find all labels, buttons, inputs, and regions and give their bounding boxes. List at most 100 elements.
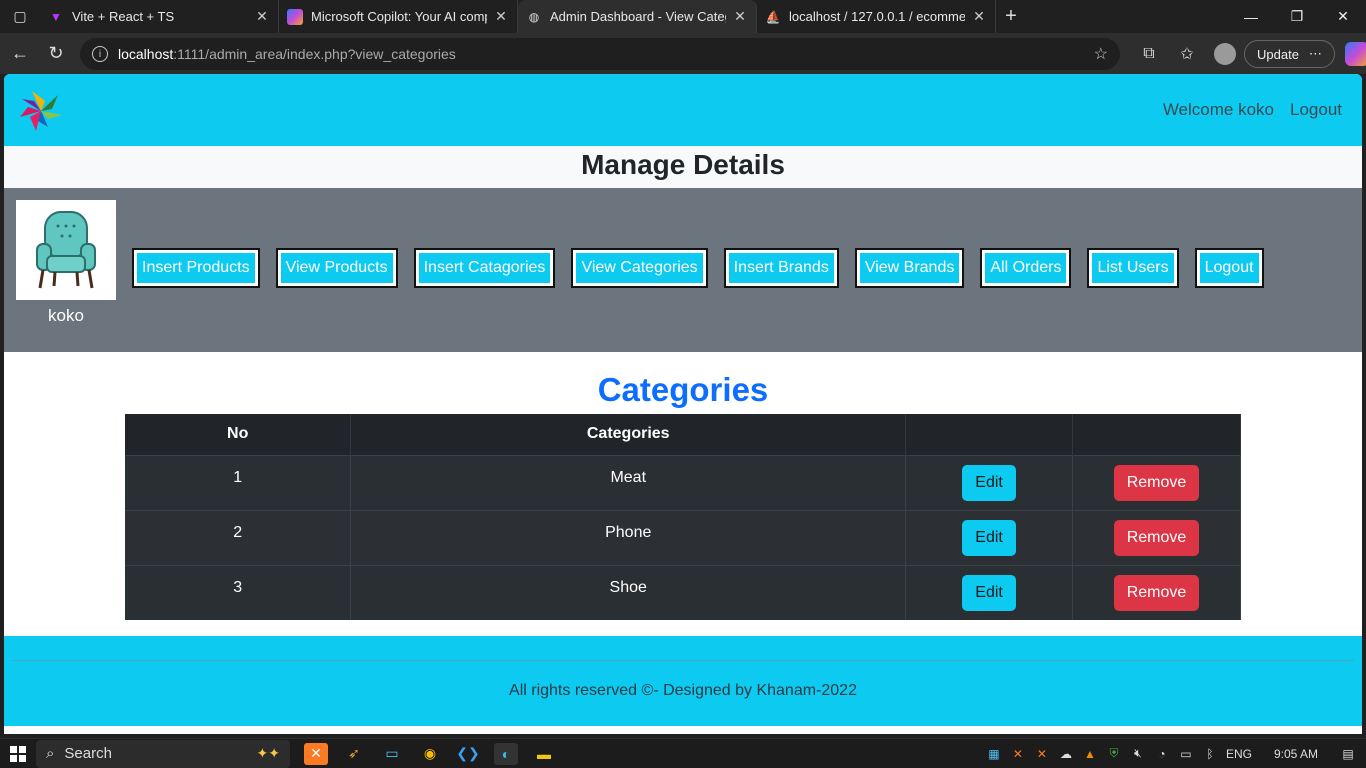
insert-brands-button[interactable]: Insert Brands bbox=[723, 248, 839, 288]
tab-copilot[interactable]: Microsoft Copilot: Your AI compa ✕ bbox=[279, 0, 518, 33]
favorite-star-icon[interactable]: ☆ bbox=[1094, 44, 1108, 64]
remove-cell: Remove bbox=[1072, 564, 1241, 620]
remove-button[interactable]: Remove bbox=[1113, 464, 1200, 501]
menu-label: Insert Catagories bbox=[418, 253, 551, 283]
remove-cell: Remove bbox=[1072, 509, 1241, 565]
menu-label: All Orders bbox=[985, 253, 1067, 283]
extensions-icon[interactable]: ⧉ bbox=[1130, 45, 1168, 63]
categories-table: No Categories 1 Meat Edit Remove 2 Phone… bbox=[125, 414, 1241, 620]
notifications-icon[interactable]: ▤ bbox=[1340, 746, 1356, 762]
column-header bbox=[905, 414, 1074, 455]
column-header bbox=[1072, 414, 1241, 455]
table-header-row: No Categories bbox=[125, 414, 1241, 455]
vite-icon: ▼ bbox=[50, 9, 62, 24]
tab-title: localhost / 127.0.0.1 / ecommerc bbox=[789, 9, 965, 24]
remove-button[interactable]: Remove bbox=[1113, 574, 1200, 611]
close-icon[interactable]: ✕ bbox=[971, 8, 987, 25]
column-header: No bbox=[125, 414, 352, 455]
all-orders-button[interactable]: All Orders bbox=[980, 248, 1072, 288]
edit-button[interactable]: Edit bbox=[962, 574, 1016, 611]
welcome-text: Welcome koko bbox=[1162, 100, 1274, 119]
back-icon[interactable]: ← bbox=[2, 36, 38, 72]
tab-vite[interactable]: ▼ Vite + React + TS ✕ bbox=[40, 0, 279, 33]
view-products-button[interactable]: View Products bbox=[275, 248, 398, 288]
cloud-icon[interactable]: ☁ bbox=[1058, 746, 1074, 762]
tab-title: Microsoft Copilot: Your AI compa bbox=[311, 9, 487, 24]
close-icon[interactable]: ✕ bbox=[254, 8, 270, 25]
wifi-icon[interactable]: ◔ bbox=[1154, 746, 1170, 762]
close-window-icon[interactable]: ✕ bbox=[1320, 0, 1366, 33]
menu-label: View Products bbox=[280, 253, 393, 283]
new-tab-icon[interactable]: + bbox=[996, 5, 1026, 28]
tray-app-icon[interactable]: ▦ bbox=[986, 746, 1002, 762]
insert-products-button[interactable]: Insert Products bbox=[132, 248, 260, 288]
categories-heading: Categories bbox=[597, 371, 769, 408]
menu-label: Insert Products bbox=[137, 253, 255, 283]
column-header: Categories bbox=[350, 414, 907, 455]
vlc-icon[interactable]: ▲ bbox=[1082, 746, 1098, 762]
remote-desktop-icon[interactable]: ▭ bbox=[380, 743, 404, 765]
info-icon[interactable]: i bbox=[92, 46, 108, 62]
nav-right: Welcome koko Logout bbox=[1163, 100, 1342, 120]
row-number: 1 bbox=[125, 454, 352, 510]
close-icon[interactable]: ✕ bbox=[732, 8, 748, 25]
admin-name: koko bbox=[48, 306, 84, 325]
file-transfer-icon[interactable]: ➶ bbox=[342, 743, 366, 765]
edit-cell: Edit bbox=[905, 509, 1074, 565]
update-button[interactable]: Update ⋯ bbox=[1244, 40, 1335, 68]
admin-panel: koko Insert Products View Products Inser… bbox=[4, 188, 1362, 352]
edge-icon[interactable]: ◐ bbox=[494, 742, 518, 765]
page: Welcome koko Logout Manage Details koko … bbox=[4, 74, 1362, 734]
phpmyadmin-icon: ⛵ bbox=[765, 9, 781, 24]
update-label: Update bbox=[1257, 46, 1299, 62]
tab-admin-dashboard[interactable]: ◍ Admin Dashboard - View Catego ✕ bbox=[518, 0, 757, 33]
view-categories-button[interactable]: View Categories bbox=[571, 248, 708, 288]
tab-actions-icon[interactable]: ▢ bbox=[0, 0, 40, 33]
menu-label: View Brands bbox=[859, 253, 960, 283]
menu-label: View Categories bbox=[576, 253, 703, 283]
security-icon[interactable]: ⛨ bbox=[1106, 746, 1122, 762]
logout-link[interactable]: Logout bbox=[1290, 100, 1342, 120]
edit-button[interactable]: Edit bbox=[962, 519, 1016, 556]
favorites-icon[interactable]: ✩ bbox=[1168, 44, 1206, 64]
restore-icon[interactable]: ❐ bbox=[1274, 0, 1320, 33]
vscode-icon[interactable]: ❮❯ bbox=[456, 743, 480, 765]
admin-profile: koko bbox=[16, 200, 116, 326]
battery-icon[interactable]: ▭ bbox=[1178, 746, 1194, 762]
reload-icon[interactable]: ↻ bbox=[38, 36, 74, 72]
xampp-tray-icon-2[interactable]: ✕ bbox=[1034, 746, 1050, 762]
copilot-sidebar-icon[interactable] bbox=[1344, 42, 1366, 66]
clock[interactable]: 9:05 AM bbox=[1274, 747, 1318, 761]
language-indicator[interactable]: ENG bbox=[1226, 747, 1252, 761]
browser-toolbar: ⧉ ✩ Update ⋯ bbox=[1130, 37, 1366, 71]
minimize-icon[interactable]: — bbox=[1228, 0, 1274, 33]
xampp-icon[interactable]: ✕ bbox=[304, 742, 328, 765]
site-logo[interactable] bbox=[18, 87, 64, 133]
search-label: Search bbox=[64, 745, 112, 762]
edit-button[interactable]: Edit bbox=[962, 464, 1016, 501]
row-number: 3 bbox=[125, 564, 352, 620]
more-icon[interactable]: ⋯ bbox=[1309, 46, 1322, 62]
sparkle-icon: ✦✦ bbox=[256, 745, 280, 761]
url-input[interactable]: i localhost:1111/admin_area/index.php?vi… bbox=[80, 38, 1120, 70]
xampp-tray-icon[interactable]: ✕ bbox=[1010, 746, 1026, 762]
profile-avatar-icon[interactable] bbox=[1214, 43, 1236, 65]
insert-categories-button[interactable]: Insert Catagories bbox=[413, 248, 556, 288]
file-explorer-icon[interactable]: ▬ bbox=[532, 743, 556, 765]
url-path: :1111/admin_area/index.php?view_categori… bbox=[173, 46, 456, 62]
footer-copyright: All rights reserved ©- Designed by Khana… bbox=[509, 682, 857, 699]
menu-label: Insert Brands bbox=[728, 253, 834, 283]
volume-muted-icon[interactable]: 🔇︎ bbox=[1130, 746, 1146, 762]
taskbar-search[interactable]: ⌕ Search ✦✦ bbox=[36, 739, 290, 768]
list-users-button[interactable]: List Users bbox=[1087, 248, 1179, 288]
chrome-icon[interactable]: ◉ bbox=[418, 743, 442, 765]
footer: All rights reserved ©- Designed by Khana… bbox=[4, 636, 1362, 726]
start-button[interactable] bbox=[0, 745, 36, 762]
remove-button[interactable]: Remove bbox=[1113, 519, 1200, 556]
close-icon[interactable]: ✕ bbox=[493, 8, 509, 25]
tab-phpmyadmin[interactable]: ⛵ localhost / 127.0.0.1 / ecommerc ✕ bbox=[757, 0, 996, 33]
table-row: 3 Shoe Edit Remove bbox=[125, 564, 1241, 620]
admin-logout-button[interactable]: Logout bbox=[1194, 248, 1264, 288]
view-brands-button[interactable]: View Brands bbox=[854, 248, 965, 288]
bluetooth-icon[interactable]: ᛒ bbox=[1202, 746, 1218, 762]
